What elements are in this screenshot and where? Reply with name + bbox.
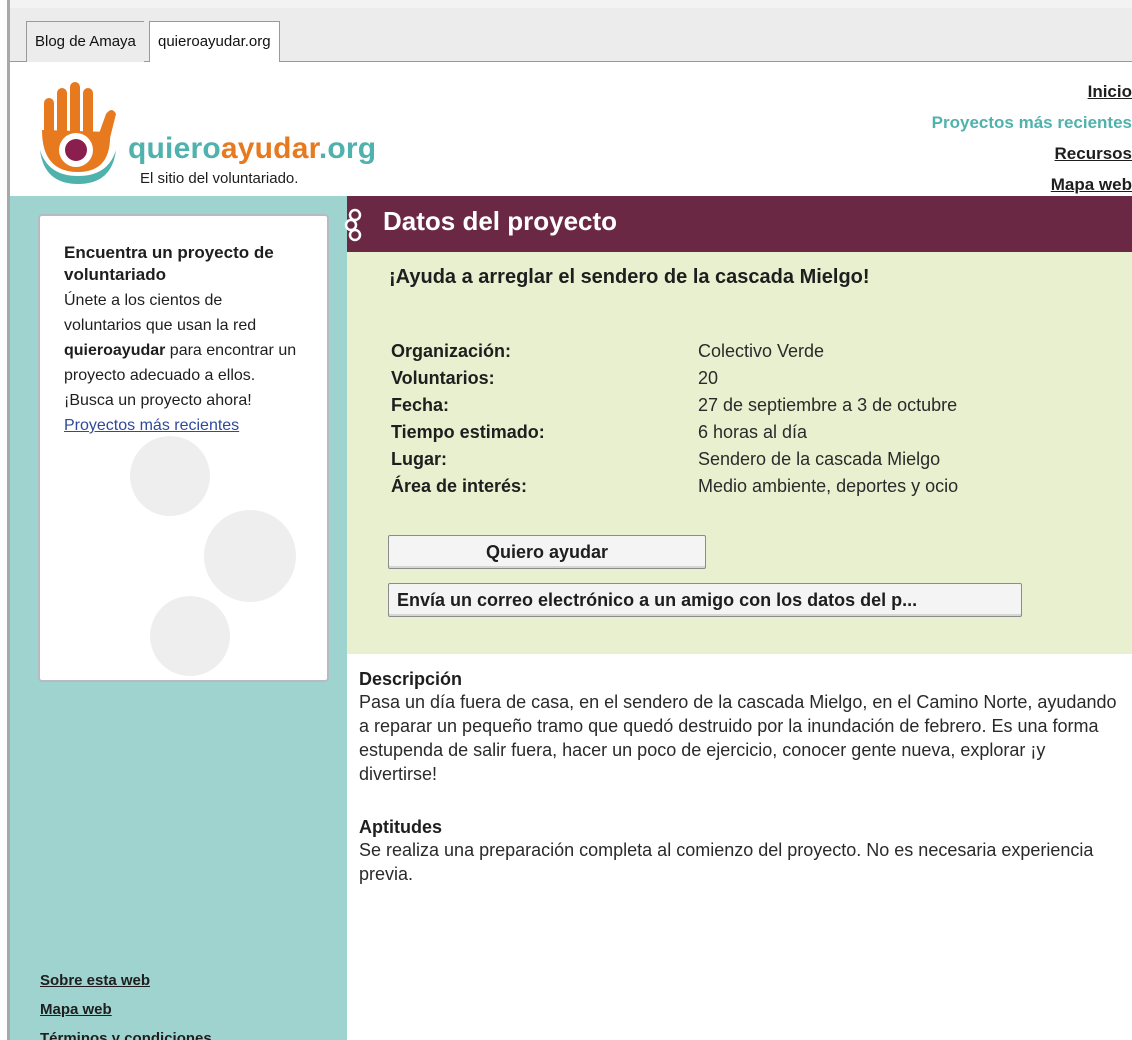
nav-link-proyectos-recientes[interactable]: Proyectos más recientes: [932, 107, 1132, 138]
project-title: ¡Ayuda a arreglar el sendero de la casca…: [389, 266, 870, 288]
tab-quieroayudar[interactable]: quieroayudar.org: [149, 21, 280, 64]
tab-bar: Blog de Amaya quieroayudar.org: [10, 8, 1132, 64]
skills-title: Aptitudes: [359, 817, 442, 837]
fact-label: Organización:: [391, 341, 512, 361]
left-sidebar: Encuentra un proyecto de voluntariado Ún…: [10, 196, 347, 1040]
email-friend-button[interactable]: Envía un correo electrónico a un amigo c…: [388, 583, 1022, 617]
project-content: Descripción Pasa un día fuera de casa, e…: [359, 668, 1119, 886]
fact-value: 6 horas al día: [698, 422, 808, 442]
promo-body-brand: quieroayudar: [64, 342, 166, 359]
logo-text-part: ayudar: [220, 132, 319, 165]
project-details: ¡Ayuda a arreglar el sendero de la casca…: [347, 252, 1132, 654]
project-facts: Organización: Colectivo Verde Voluntarios…: [391, 338, 958, 500]
fact-row: Voluntarios: 20: [391, 365, 958, 392]
fact-value: Colectivo Verde: [698, 341, 825, 361]
fact-row: Lugar: Sendero de la cascada Mielgo: [391, 446, 958, 473]
fact-value: Sendero de la cascada Mielgo: [698, 449, 941, 469]
decorative-hands-watermark: [130, 436, 296, 676]
panel-title: Datos del proyecto: [383, 206, 618, 236]
fact-label: Área de interés:: [391, 476, 528, 496]
project-panel-header: Datos del proyecto: [344, 196, 1132, 252]
footer-link-about[interactable]: Sobre esta web: [40, 966, 212, 995]
fact-label: Fecha:: [391, 395, 450, 415]
promo-body-text: Únete a los cientos de voluntarios que u…: [64, 292, 257, 334]
fact-row: Tiempo estimado: 6 horas al día: [391, 419, 958, 446]
fact-row: Fecha: 27 de septiembre a 3 de octubre: [391, 392, 958, 419]
fact-label: Tiempo estimado:: [391, 422, 545, 442]
site-logo-text[interactable]: quieroayudar.org: [128, 132, 376, 166]
fact-value: 27 de septiembre a 3 de octubre: [698, 395, 958, 415]
promo-link-recent-projects[interactable]: Proyectos más recientes: [64, 413, 303, 438]
footer-link-sitemap[interactable]: Mapa web: [40, 995, 212, 1024]
fact-label: Voluntarios:: [391, 368, 495, 388]
footer-link-terms[interactable]: Términos y condiciones: [40, 1024, 212, 1040]
logo-text-part: quiero: [128, 132, 221, 165]
tab-blog-de-amaya[interactable]: Blog de Amaya: [26, 21, 144, 63]
promo-box: Encuentra un proyecto de voluntariado Ún…: [38, 214, 329, 682]
fact-row: Área de interés: Medio ambiente, deportes…: [391, 473, 958, 500]
sidebar-footer-links: Sobre esta web Mapa web Términos y condi…: [40, 966, 212, 1040]
promo-body: Únete a los cientos de voluntarios que u…: [64, 288, 303, 413]
fact-value: Medio ambiente, deportes y ocio: [698, 476, 959, 496]
flower-icon: [343, 208, 367, 247]
top-navigation: Inicio Proyectos más recientes Recursos …: [932, 76, 1132, 200]
site-tagline: El sitio del voluntariado.: [140, 170, 299, 187]
quiero-ayudar-button[interactable]: Quiero ayudar: [388, 535, 706, 569]
site-header: quieroayudar.org El sitio del voluntaria…: [10, 62, 1132, 196]
logo-text-part: .org: [318, 132, 377, 165]
promo-title: Encuentra un proyecto de voluntariado: [64, 243, 274, 284]
fact-label: Lugar:: [391, 449, 447, 469]
hand-logo-icon[interactable]: [38, 80, 118, 193]
skills-body: Se realiza una preparación completa al c…: [359, 840, 1094, 884]
window-top-strip: [10, 0, 1132, 8]
description-title: Descripción: [359, 669, 463, 689]
description-body: Pasa un día fuera de casa, en el sendero…: [359, 692, 1117, 784]
fact-row: Organización: Colectivo Verde: [391, 338, 958, 365]
fact-value: 20: [698, 368, 719, 388]
nav-link-recursos[interactable]: Recursos: [932, 138, 1132, 169]
nav-link-inicio[interactable]: Inicio: [932, 76, 1132, 107]
window-left-border: [0, 0, 10, 1040]
